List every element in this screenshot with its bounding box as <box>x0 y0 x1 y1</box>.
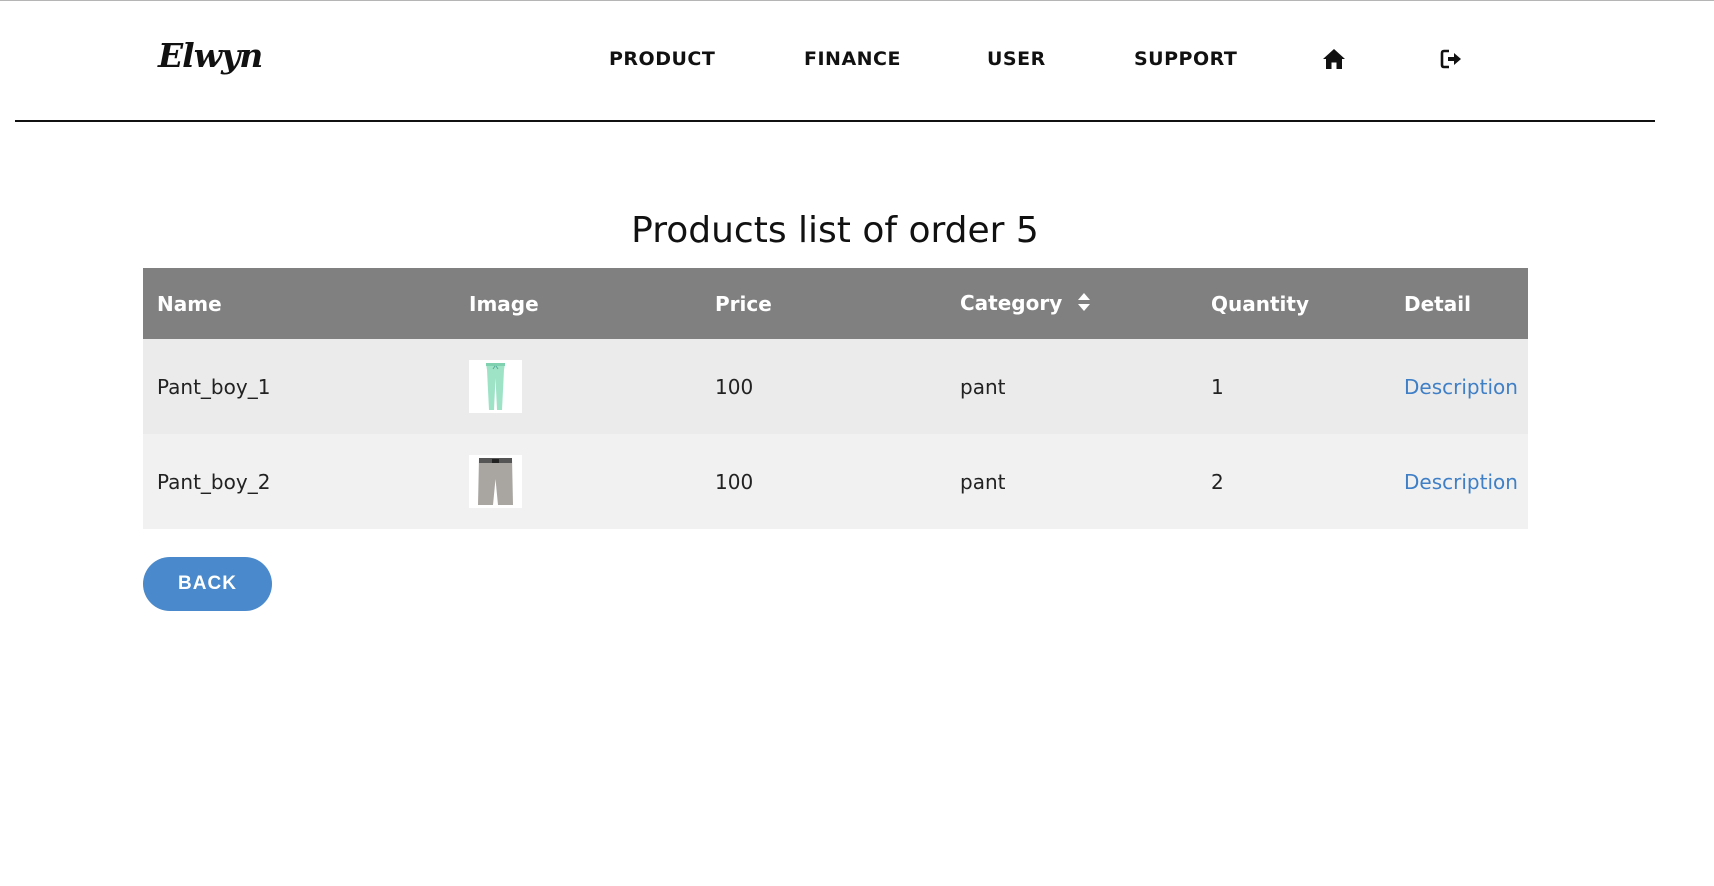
brand-logo[interactable]: Elwyn <box>158 36 263 75</box>
cell-category: pant <box>946 339 1197 434</box>
cell-price: 100 <box>701 434 946 529</box>
column-header-category-label: Category <box>960 290 1063 315</box>
back-button[interactable]: BACK <box>143 557 272 611</box>
cell-image <box>455 339 701 434</box>
cell-quantity: 2 <box>1197 434 1390 529</box>
column-header-price: Price <box>701 268 946 339</box>
cell-quantity: 1 <box>1197 339 1390 434</box>
product-thumbnail <box>469 455 522 508</box>
column-header-category[interactable]: Category <box>946 268 1197 339</box>
cell-price: 100 <box>701 339 946 434</box>
table-row: Pant_boy_1 100 pant 1 Description <box>143 339 1528 434</box>
cell-detail: Description <box>1390 339 1528 434</box>
site-header: Elwyn PRODUCT FINANCE USER SUPPORT <box>0 0 1714 122</box>
cell-image <box>455 434 701 529</box>
cell-name: Pant_boy_1 <box>143 339 455 434</box>
nav-item-user[interactable]: USER <box>987 48 1046 70</box>
cell-detail: Description <box>1390 434 1528 529</box>
cell-name: Pant_boy_2 <box>143 434 455 529</box>
nav-item-product[interactable]: PRODUCT <box>609 48 715 70</box>
description-link[interactable]: Description <box>1404 375 1518 399</box>
table-header-row: Name Image Price Category Quantity Detai… <box>143 268 1528 339</box>
header-divider <box>15 120 1655 122</box>
product-thumbnail <box>469 360 522 413</box>
logout-icon[interactable] <box>1440 48 1466 72</box>
column-header-name: Name <box>143 268 455 339</box>
column-header-image: Image <box>455 268 701 339</box>
column-header-detail: Detail <box>1390 268 1528 339</box>
description-link[interactable]: Description <box>1404 470 1518 494</box>
cell-category: pant <box>946 434 1197 529</box>
nav-item-finance[interactable]: FINANCE <box>804 48 901 70</box>
nav-item-support[interactable]: SUPPORT <box>1134 48 1237 70</box>
home-icon[interactable] <box>1322 48 1348 72</box>
products-table: Name Image Price Category Quantity Detai… <box>143 268 1528 529</box>
sort-icon[interactable] <box>1077 292 1091 317</box>
column-header-quantity: Quantity <box>1197 268 1390 339</box>
page-title: Products list of order 5 <box>631 210 1039 251</box>
table-row: Pant_boy_2 100 pant 2 Description <box>143 434 1528 529</box>
